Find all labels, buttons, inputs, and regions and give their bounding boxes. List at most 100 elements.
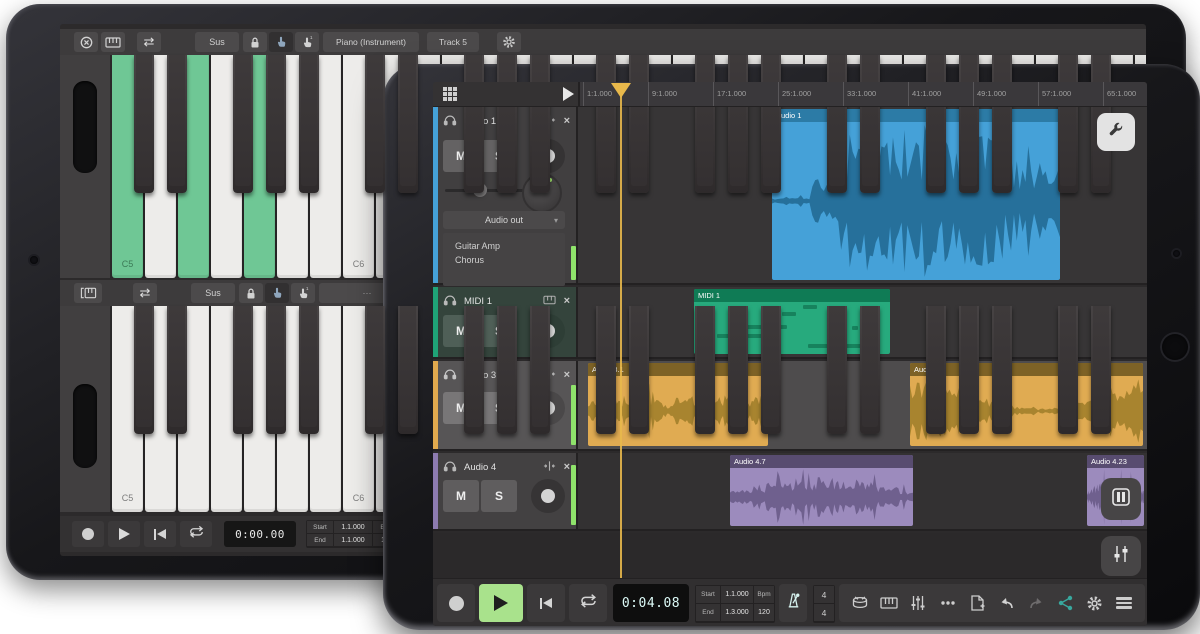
drums-button[interactable] xyxy=(849,592,871,614)
undo-button[interactable] xyxy=(996,592,1018,614)
close-button[interactable] xyxy=(74,32,98,52)
piano-black-key[interactable] xyxy=(497,55,517,194)
piano-black-key[interactable] xyxy=(926,55,946,194)
monitor-headphones-icon[interactable] xyxy=(443,114,457,129)
close-track-icon[interactable]: × xyxy=(564,115,570,127)
piano-black-key[interactable] xyxy=(959,306,979,434)
octave-scroll-slider[interactable] xyxy=(73,81,97,173)
rewind-button[interactable] xyxy=(527,584,565,622)
menu-button[interactable] xyxy=(1113,592,1135,614)
touch-velocity-button-2[interactable]: 1 xyxy=(291,283,315,303)
track-header-audio-4[interactable]: Audio 4 × M S xyxy=(433,453,578,531)
effect-item[interactable]: Chorus xyxy=(443,253,565,267)
piano-black-key[interactable] xyxy=(167,306,187,434)
piano-black-key[interactable] xyxy=(299,55,319,194)
track-select-button[interactable]: Track 5 xyxy=(427,32,479,52)
key-lock-button[interactable] xyxy=(243,32,267,52)
track-lane-audio-4[interactable]: Audio 4.7 Audio 4.23 xyxy=(578,453,1147,531)
solo-button[interactable]: S xyxy=(481,480,517,512)
piano-black-key[interactable] xyxy=(464,55,484,194)
keyboard-view-button[interactable] xyxy=(101,32,125,52)
piano-black-key[interactable] xyxy=(596,306,616,434)
piano-black-key[interactable] xyxy=(728,306,748,434)
piano-black-key[interactable] xyxy=(992,55,1012,194)
octave-scroll-slider[interactable] xyxy=(73,384,97,468)
piano-black-key[interactable] xyxy=(266,306,286,434)
piano-black-key[interactable] xyxy=(695,306,715,434)
close-track-icon[interactable]: × xyxy=(564,461,570,473)
touch-velocity-button[interactable]: 1 xyxy=(295,32,319,52)
monitor-headphones-icon[interactable] xyxy=(443,368,457,383)
time-display[interactable]: 0:04.08 xyxy=(613,584,689,622)
time-display[interactable]: 0:00.00 xyxy=(224,521,296,547)
piano-black-key[interactable] xyxy=(299,306,319,434)
settings-gear-button[interactable] xyxy=(1084,592,1106,614)
home-button[interactable] xyxy=(1160,332,1190,362)
piano-black-key[interactable] xyxy=(959,55,979,194)
sustain-button-2[interactable]: Sus xyxy=(191,283,235,303)
rewind-button[interactable] xyxy=(144,521,176,547)
key-lock-button-2[interactable] xyxy=(239,283,263,303)
swap-keyboards-button[interactable]: ⇄ xyxy=(137,32,161,52)
piano-black-key[interactable] xyxy=(728,55,748,194)
output-select-button[interactable]: Audio out ▾ xyxy=(443,211,565,229)
piano-black-key[interactable] xyxy=(134,306,154,434)
track-name[interactable]: Audio 4 xyxy=(464,462,543,473)
piano-black-key[interactable] xyxy=(1091,306,1111,434)
tools-wrench-button[interactable] xyxy=(1097,113,1135,151)
mixer-button[interactable] xyxy=(907,592,929,614)
add-file-button[interactable] xyxy=(966,592,988,614)
track-name[interactable]: MIDI 1 xyxy=(464,296,543,307)
loop-button[interactable] xyxy=(569,584,607,622)
piano-black-key[interactable] xyxy=(398,55,418,194)
touch-mode-button-2[interactable] xyxy=(265,283,289,303)
monitor-headphones-icon[interactable] xyxy=(443,294,457,309)
piano-black-key[interactable] xyxy=(860,55,880,194)
swap-keyboards-button-2[interactable]: ⇄ xyxy=(133,283,157,303)
record-button[interactable] xyxy=(72,521,104,547)
playhead-marker[interactable] xyxy=(611,83,631,98)
keyboard-settings-button[interactable] xyxy=(497,32,521,52)
more-options-button[interactable] xyxy=(937,592,959,614)
piano-black-key[interactable] xyxy=(629,55,649,194)
mute-button[interactable]: M xyxy=(443,480,479,512)
piano-black-key[interactable] xyxy=(827,306,847,434)
piano-black-key[interactable] xyxy=(497,306,517,434)
snap-grid-icon[interactable] xyxy=(442,86,458,107)
time-signature[interactable]: 4 4 xyxy=(813,585,835,623)
clip-audio-1[interactable]: Audio 1 xyxy=(772,109,1060,280)
piano-keyboard-button[interactable] xyxy=(878,592,900,614)
effect-item[interactable]: Guitar Amp xyxy=(443,239,565,253)
arm-record-button[interactable] xyxy=(531,479,565,513)
piano-black-key[interactable] xyxy=(167,55,187,194)
play-button[interactable] xyxy=(479,584,523,622)
metronome-button[interactable] xyxy=(779,584,807,622)
monitor-headphones-icon[interactable] xyxy=(443,460,457,475)
timeline-ruler[interactable]: 1:1.000 9:1.000 17:1.000 25:1.000 33:1.000 41… xyxy=(580,82,1147,106)
redo-button[interactable] xyxy=(1025,592,1047,614)
record-button[interactable] xyxy=(437,584,475,622)
header-play-arrow-icon[interactable] xyxy=(563,87,574,101)
piano-black-key[interactable] xyxy=(629,306,649,434)
piano-black-key[interactable] xyxy=(761,306,781,434)
mixer-panel-button[interactable] xyxy=(1101,478,1141,520)
loop-range-grid[interactable]: Start 1.1.000 Bpm End 1.3.000 120 xyxy=(695,585,775,623)
play-button[interactable] xyxy=(108,521,140,547)
split-keyboard-button[interactable] xyxy=(74,283,102,303)
piano-black-key[interactable] xyxy=(464,306,484,434)
clip-audio-4-7[interactable]: Audio 4.7 xyxy=(730,455,913,526)
instrument-button[interactable]: Piano (Instrument) xyxy=(323,32,419,52)
piano-black-key[interactable] xyxy=(926,306,946,434)
piano-black-key[interactable] xyxy=(266,55,286,194)
channel-faders-button[interactable] xyxy=(1101,536,1141,576)
piano-black-key[interactable] xyxy=(1058,55,1078,194)
piano-black-key[interactable] xyxy=(992,306,1012,434)
piano-black-key[interactable] xyxy=(365,306,385,434)
piano-black-key[interactable] xyxy=(695,55,715,194)
piano-black-key[interactable] xyxy=(860,306,880,434)
piano-black-key[interactable] xyxy=(761,55,781,194)
piano-black-key[interactable] xyxy=(596,55,616,194)
piano-black-key[interactable] xyxy=(398,306,418,434)
piano-black-key[interactable] xyxy=(233,306,253,434)
piano-black-key[interactable] xyxy=(530,306,550,434)
